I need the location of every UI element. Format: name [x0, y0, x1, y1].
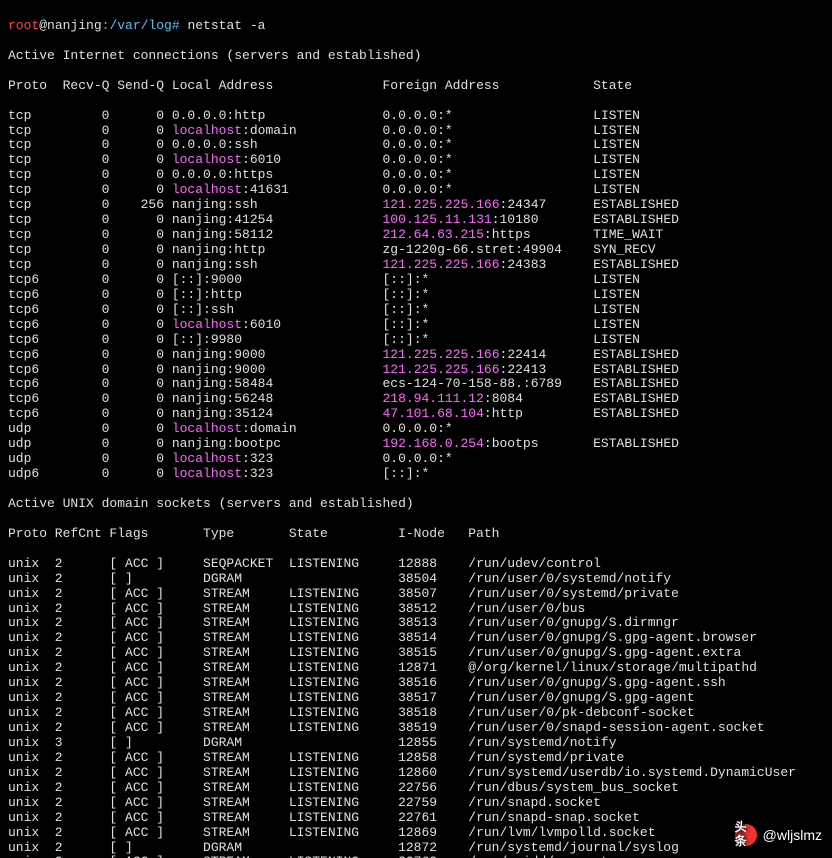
inet-row: tcp6 0 0 nanjing:35124 47.101.68.104:htt…: [8, 407, 824, 422]
unix-body: unix 2 [ ACC ] SEQPACKET LISTENING 12888…: [8, 557, 824, 858]
inet-row: tcp 0 256 nanjing:ssh 121.225.225.166:24…: [8, 198, 824, 213]
unix-row: unix 2 [ ACC ] STREAM LISTENING 12860 /r…: [8, 766, 824, 781]
unix-row: unix 2 [ ACC ] STREAM LISTENING 38517 /r…: [8, 691, 824, 706]
inet-row: tcp6 0 0 [::]:http [::]:* LISTEN: [8, 288, 824, 303]
watermark-logo-icon: 头条: [735, 824, 757, 846]
unix-row: unix 2 [ ACC ] STREAM LISTENING 38516 /r…: [8, 676, 824, 691]
inet-row: udp 0 0 localhost:domain 0.0.0.0:*: [8, 422, 824, 437]
prompt-host: nanjing: [47, 18, 102, 33]
inet-row: tcp6 0 0 nanjing:9000 121.225.225.166:22…: [8, 363, 824, 378]
unix-row: unix 2 [ ACC ] STREAM LISTENING 38507 /r…: [8, 587, 824, 602]
inet-row: tcp 0 0 nanjing:http zg-1220g-66.stret:4…: [8, 243, 824, 258]
inet-row: tcp 0 0 nanjing:41254 100.125.11.131:101…: [8, 213, 824, 228]
unix-row: unix 2 [ ACC ] STREAM LISTENING 38512 /r…: [8, 602, 824, 617]
inet-row: tcp 0 0 localhost:6010 0.0.0.0:* LISTEN: [8, 153, 824, 168]
inet-row: tcp6 0 0 [::]:9000 [::]:* LISTEN: [8, 273, 824, 288]
unix-row: unix 2 [ ACC ] STREAM LISTENING 12871 @/…: [8, 661, 824, 676]
inet-row: tcp6 0 0 [::]:9980 [::]:* LISTEN: [8, 333, 824, 348]
watermark-text: @wljslmz: [763, 827, 822, 843]
unix-row: unix 2 [ ACC ] STREAM LISTENING 12858 /r…: [8, 751, 824, 766]
inet-title: Active Internet connections (servers and…: [8, 49, 824, 64]
inet-body: tcp 0 0 0.0.0.0:http 0.0.0.0:* LISTENtcp…: [8, 109, 824, 482]
inet-row: tcp 0 0 localhost:41631 0.0.0.0:* LISTEN: [8, 183, 824, 198]
unix-row: unix 2 [ ACC ] STREAM LISTENING 38518 /r…: [8, 706, 824, 721]
inet-row: tcp 0 0 nanjing:58112 212.64.63.215:http…: [8, 228, 824, 243]
inet-row: tcp 0 0 0.0.0.0:https 0.0.0.0:* LISTEN: [8, 168, 824, 183]
terminal-output: root@nanjing:/var/log# netstat -a Active…: [0, 0, 832, 858]
inet-row: tcp6 0 0 nanjing:56248 218.94.111.12:808…: [8, 392, 824, 407]
inet-header: Proto Recv-Q Send-Q Local Address Foreig…: [8, 79, 824, 94]
inet-row: tcp 0 0 0.0.0.0:ssh 0.0.0.0:* LISTEN: [8, 138, 824, 153]
unix-row: unix 2 [ ] DGRAM 38504 /run/user/0/syste…: [8, 572, 824, 587]
prompt-user: root: [8, 18, 39, 33]
unix-row: unix 2 [ ACC ] STREAM LISTENING 22759 /r…: [8, 796, 824, 811]
unix-row: unix 2 [ ACC ] SEQPACKET LISTENING 12888…: [8, 557, 824, 572]
unix-title: Active UNIX domain sockets (servers and …: [8, 497, 824, 512]
inet-row: tcp 0 0 localhost:domain 0.0.0.0:* LISTE…: [8, 124, 824, 139]
unix-row: unix 3 [ ] DGRAM 12855 /run/systemd/noti…: [8, 736, 824, 751]
unix-row: unix 2 [ ACC ] STREAM LISTENING 22761 /r…: [8, 811, 824, 826]
inet-row: udp 0 0 nanjing:bootpc 192.168.0.254:boo…: [8, 437, 824, 452]
unix-row: unix 2 [ ACC ] STREAM LISTENING 22756 /r…: [8, 781, 824, 796]
inet-row: tcp 0 0 nanjing:ssh 121.225.225.166:2438…: [8, 258, 824, 273]
prompt-command: netstat -a: [180, 18, 266, 33]
inet-row: udp 0 0 localhost:323 0.0.0.0:*: [8, 452, 824, 467]
unix-row: unix 2 [ ACC ] STREAM LISTENING 38514 /r…: [8, 631, 824, 646]
inet-row: tcp6 0 0 nanjing:58484 ecs-124-70-158-88…: [8, 377, 824, 392]
inet-row: tcp6 0 0 [::]:ssh [::]:* LISTEN: [8, 303, 824, 318]
shell-prompt: root@nanjing:/var/log# netstat -a: [8, 19, 824, 34]
inet-row: tcp 0 0 0.0.0.0:http 0.0.0.0:* LISTEN: [8, 109, 824, 124]
unix-header: Proto RefCnt Flags Type State I-Node Pat…: [8, 527, 824, 542]
inet-row: tcp6 0 0 nanjing:9000 121.225.225.166:22…: [8, 348, 824, 363]
unix-row: unix 2 [ ] DGRAM 12872 /run/systemd/jour…: [8, 841, 824, 856]
inet-row: tcp6 0 0 localhost:6010 [::]:* LISTEN: [8, 318, 824, 333]
unix-row: unix 2 [ ACC ] STREAM LISTENING 38515 /r…: [8, 646, 824, 661]
unix-row: unix 2 [ ACC ] STREAM LISTENING 38519 /r…: [8, 721, 824, 736]
watermark: 头条 @wljslmz: [735, 824, 822, 846]
inet-row: udp6 0 0 localhost:323 [::]:*: [8, 467, 824, 482]
unix-row: unix 2 [ ACC ] STREAM LISTENING 38513 /r…: [8, 616, 824, 631]
unix-row: unix 2 [ ACC ] STREAM LISTENING 12869 /r…: [8, 826, 824, 841]
prompt-path: :/var/log#: [102, 18, 180, 33]
